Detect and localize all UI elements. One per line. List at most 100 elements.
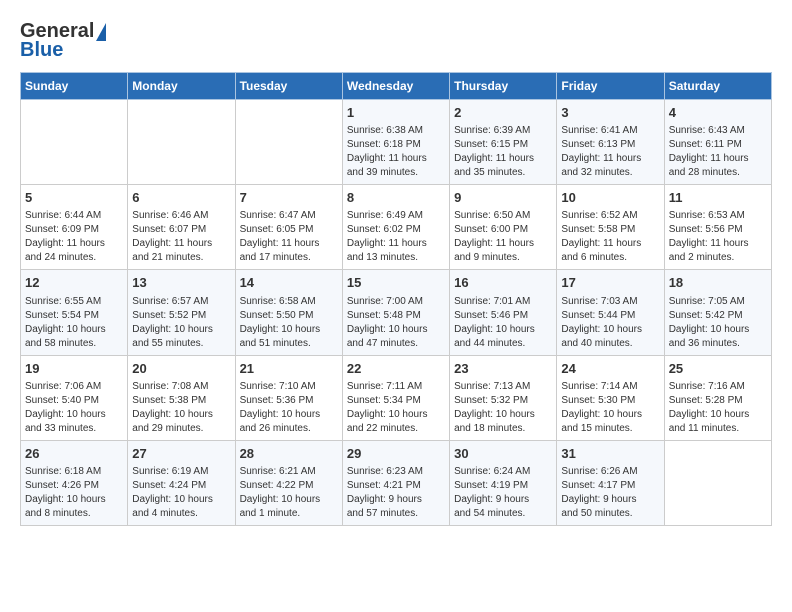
day-info-line: Sunset: 4:24 PM	[132, 479, 230, 493]
day-number: 2	[454, 104, 552, 122]
day-info-line: Sunset: 6:00 PM	[454, 223, 552, 237]
calendar-day-cell: 12Sunrise: 6:55 AMSunset: 5:54 PMDayligh…	[21, 270, 128, 355]
day-info-line: Sunrise: 7:14 AM	[561, 380, 659, 394]
calendar-day-cell: 22Sunrise: 7:11 AMSunset: 5:34 PMDayligh…	[342, 355, 449, 440]
day-info-line: Sunset: 5:42 PM	[669, 309, 767, 323]
calendar-day-cell: 1Sunrise: 6:38 AMSunset: 6:18 PMDaylight…	[342, 100, 449, 185]
day-info-line: Sunrise: 6:47 AM	[240, 209, 338, 223]
day-info-line: Sunrise: 6:49 AM	[347, 209, 445, 223]
calendar-day-cell: 15Sunrise: 7:00 AMSunset: 5:48 PMDayligh…	[342, 270, 449, 355]
day-of-week-header: Monday	[128, 73, 235, 100]
day-info-line: and 28 minutes.	[669, 166, 767, 180]
day-info-line: Daylight: 10 hours	[132, 323, 230, 337]
day-info-line: Daylight: 10 hours	[454, 408, 552, 422]
calendar-day-cell: 10Sunrise: 6:52 AMSunset: 5:58 PMDayligh…	[557, 185, 664, 270]
day-info-line: Sunset: 4:19 PM	[454, 479, 552, 493]
day-info-line: Daylight: 10 hours	[25, 323, 123, 337]
day-number: 20	[132, 360, 230, 378]
day-info-line: Sunrise: 6:46 AM	[132, 209, 230, 223]
day-info-line: Daylight: 11 hours	[454, 237, 552, 251]
day-info-line: and 26 minutes.	[240, 422, 338, 436]
calendar-day-cell: 20Sunrise: 7:08 AMSunset: 5:38 PMDayligh…	[128, 355, 235, 440]
calendar-body: 1Sunrise: 6:38 AMSunset: 6:18 PMDaylight…	[21, 100, 772, 526]
day-info-line: and 2 minutes.	[669, 251, 767, 265]
day-number: 15	[347, 274, 445, 292]
calendar-day-cell: 23Sunrise: 7:13 AMSunset: 5:32 PMDayligh…	[450, 355, 557, 440]
day-info-line: Sunset: 5:40 PM	[25, 394, 123, 408]
calendar-header: SundayMondayTuesdayWednesdayThursdayFrid…	[21, 73, 772, 100]
day-info-line: Sunset: 5:58 PM	[561, 223, 659, 237]
day-info-line: Daylight: 10 hours	[669, 408, 767, 422]
calendar-day-cell	[664, 440, 771, 525]
day-of-week-header: Thursday	[450, 73, 557, 100]
calendar-day-cell: 16Sunrise: 7:01 AMSunset: 5:46 PMDayligh…	[450, 270, 557, 355]
day-info-line: Daylight: 10 hours	[561, 408, 659, 422]
day-info-line: and 24 minutes.	[25, 251, 123, 265]
day-info-line: Sunrise: 7:16 AM	[669, 380, 767, 394]
day-info-line: Sunset: 5:44 PM	[561, 309, 659, 323]
day-number: 18	[669, 274, 767, 292]
calendar-day-cell: 2Sunrise: 6:39 AMSunset: 6:15 PMDaylight…	[450, 100, 557, 185]
day-number: 9	[454, 189, 552, 207]
calendar-day-cell: 17Sunrise: 7:03 AMSunset: 5:44 PMDayligh…	[557, 270, 664, 355]
day-number: 30	[454, 445, 552, 463]
day-info-line: Sunrise: 6:39 AM	[454, 124, 552, 138]
calendar-day-cell	[235, 100, 342, 185]
logo-blue-text: Blue	[20, 39, 63, 62]
day-info-line: and 36 minutes.	[669, 337, 767, 351]
day-info-line: Sunrise: 6:19 AM	[132, 465, 230, 479]
day-info-line: and 6 minutes.	[561, 251, 659, 265]
day-info-line: Sunset: 4:17 PM	[561, 479, 659, 493]
day-info-line: Sunset: 5:46 PM	[454, 309, 552, 323]
day-info-line: Sunset: 4:26 PM	[25, 479, 123, 493]
calendar-day-cell: 25Sunrise: 7:16 AMSunset: 5:28 PMDayligh…	[664, 355, 771, 440]
day-info-line: Daylight: 9 hours	[347, 493, 445, 507]
day-info-line: Daylight: 10 hours	[669, 323, 767, 337]
day-info-line: Sunset: 5:28 PM	[669, 394, 767, 408]
day-info-line: Daylight: 10 hours	[240, 493, 338, 507]
day-info-line: Sunrise: 7:10 AM	[240, 380, 338, 394]
day-number: 7	[240, 189, 338, 207]
day-info-line: Sunset: 6:18 PM	[347, 138, 445, 152]
day-info-line: Sunrise: 7:01 AM	[454, 295, 552, 309]
day-info-line: Daylight: 11 hours	[454, 152, 552, 166]
day-info-line: Sunrise: 6:26 AM	[561, 465, 659, 479]
day-info-line: Daylight: 11 hours	[561, 152, 659, 166]
day-number: 12	[25, 274, 123, 292]
day-info-line: Daylight: 10 hours	[561, 323, 659, 337]
day-info-line: Sunrise: 6:52 AM	[561, 209, 659, 223]
day-info-line: Daylight: 11 hours	[669, 152, 767, 166]
day-info-line: and 17 minutes.	[240, 251, 338, 265]
calendar-day-cell: 3Sunrise: 6:41 AMSunset: 6:13 PMDaylight…	[557, 100, 664, 185]
day-number: 4	[669, 104, 767, 122]
day-info-line: Daylight: 11 hours	[347, 152, 445, 166]
calendar-day-cell: 8Sunrise: 6:49 AMSunset: 6:02 PMDaylight…	[342, 185, 449, 270]
calendar-week-row: 19Sunrise: 7:06 AMSunset: 5:40 PMDayligh…	[21, 355, 772, 440]
calendar-week-row: 26Sunrise: 6:18 AMSunset: 4:26 PMDayligh…	[21, 440, 772, 525]
day-info-line: Sunset: 6:11 PM	[669, 138, 767, 152]
calendar-day-cell: 4Sunrise: 6:43 AMSunset: 6:11 PMDaylight…	[664, 100, 771, 185]
day-of-week-header: Saturday	[664, 73, 771, 100]
calendar-day-cell: 18Sunrise: 7:05 AMSunset: 5:42 PMDayligh…	[664, 270, 771, 355]
day-number: 21	[240, 360, 338, 378]
day-info-line: Sunrise: 7:06 AM	[25, 380, 123, 394]
day-info-line: Sunrise: 6:41 AM	[561, 124, 659, 138]
day-number: 5	[25, 189, 123, 207]
calendar-table: SundayMondayTuesdayWednesdayThursdayFrid…	[20, 72, 772, 526]
day-info-line: and 9 minutes.	[454, 251, 552, 265]
day-info-line: Sunrise: 6:55 AM	[25, 295, 123, 309]
calendar-week-row: 12Sunrise: 6:55 AMSunset: 5:54 PMDayligh…	[21, 270, 772, 355]
day-number: 10	[561, 189, 659, 207]
day-info-line: and 32 minutes.	[561, 166, 659, 180]
day-info-line: Daylight: 10 hours	[25, 493, 123, 507]
logo: General Blue	[20, 20, 106, 62]
day-info-line: Daylight: 11 hours	[25, 237, 123, 251]
day-info-line: Daylight: 11 hours	[669, 237, 767, 251]
day-info-line: and 21 minutes.	[132, 251, 230, 265]
day-info-line: and 4 minutes.	[132, 507, 230, 521]
day-info-line: Sunrise: 6:57 AM	[132, 295, 230, 309]
day-number: 17	[561, 274, 659, 292]
day-info-line: Sunset: 4:21 PM	[347, 479, 445, 493]
day-info-line: Sunset: 5:48 PM	[347, 309, 445, 323]
calendar-day-cell: 24Sunrise: 7:14 AMSunset: 5:30 PMDayligh…	[557, 355, 664, 440]
